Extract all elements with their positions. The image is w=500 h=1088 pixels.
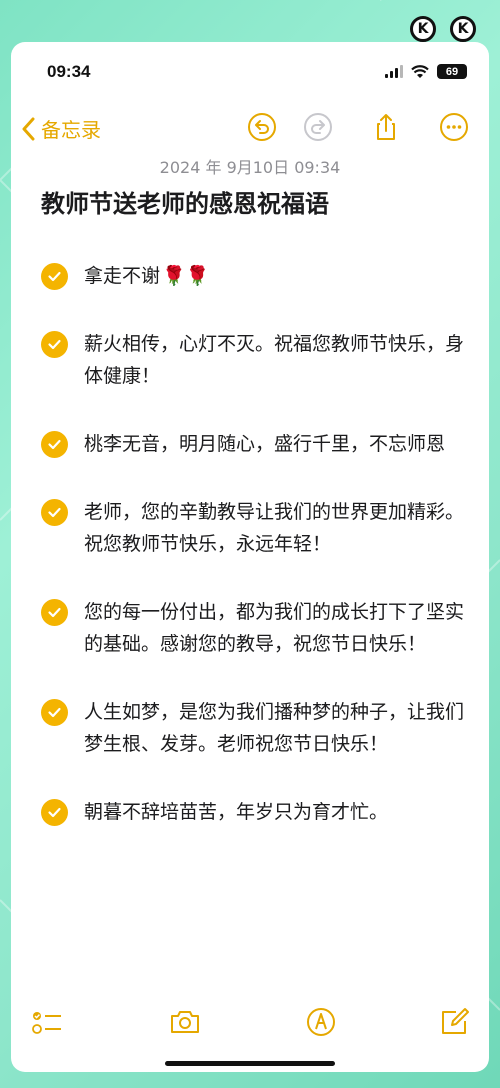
watermark-mark-icon: K	[410, 16, 436, 42]
status-icons: 69	[385, 64, 467, 79]
checklist-icon[interactable]	[31, 1006, 63, 1038]
checklist-item-text: 您的每一份付出，都为我们的成长打下了坚实的基础。感谢您的教导，祝您节日快乐！	[84, 601, 465, 655]
more-icon[interactable]	[439, 112, 469, 142]
status-bar: 09:34 69	[11, 42, 489, 102]
checkmark-circle-icon[interactable]	[41, 599, 68, 626]
checkmark-circle-icon[interactable]	[41, 499, 68, 526]
watermark-mark-icon: K	[450, 16, 476, 42]
compose-icon[interactable]	[439, 1006, 471, 1038]
battery-indicator: 69	[437, 64, 467, 79]
checklist-item-text: 桃李无音，明月随心，盛行千里，不忘师恩	[84, 433, 446, 455]
markup-pen-icon[interactable]	[305, 1006, 337, 1038]
note-toolbar: 备忘录	[11, 110, 489, 146]
cellular-signal-icon	[385, 65, 403, 78]
redo-icon[interactable]	[303, 112, 333, 142]
note-date: 2024 年 9月10日 09:34	[159, 158, 341, 177]
rose-icon: 🌹🌹	[162, 265, 210, 287]
checkmark-circle-icon[interactable]	[41, 431, 68, 458]
checkmark-circle-icon[interactable]	[41, 799, 68, 826]
back-label: 备忘录	[41, 118, 101, 142]
notes-app-window: 09:34 69 备忘录 2024 年 9月10日 09:34 教师节送老师的感…	[11, 42, 489, 1072]
note-title[interactable]: 教师节送老师的感恩祝福语	[41, 184, 469, 219]
checklist-item-text: 薪火相传，心灯不灭。祝福您教师节快乐，身体健康！	[84, 333, 465, 387]
checkmark-circle-icon[interactable]	[41, 331, 68, 358]
checklist-item[interactable]: 桃李无音，明月随心，盛行千里，不忘师恩	[11, 428, 489, 460]
checklist-item[interactable]: 朝暮不辞培苗苦，年岁只为育才忙。	[11, 796, 489, 828]
back-button[interactable]: 备忘录	[21, 114, 101, 143]
checklist-item[interactable]: 老师，您的辛勤教导让我们的世界更加精彩。祝您教师节快乐，永远年轻！	[11, 496, 489, 560]
watermark-marks: K K	[410, 16, 476, 42]
checklist-item-text: 老师，您的辛勤教导让我们的世界更加精彩。祝您教师节快乐，永远年轻！	[84, 501, 465, 555]
status-time: 09:34	[47, 62, 91, 81]
wifi-icon	[411, 64, 429, 78]
checkmark-circle-icon[interactable]	[41, 699, 68, 726]
checklist-item-text: 人生如梦，是您为我们播种梦的种子，让我们梦生根、发芽。老师祝您节日快乐！	[84, 701, 465, 755]
chevron-left-icon	[22, 117, 35, 140]
checklist-item-text: 朝暮不辞培苗苦，年岁只为育才忙。	[84, 801, 389, 823]
checklist-item[interactable]: 拿走不谢 🌹🌹	[11, 260, 489, 292]
undo-icon[interactable]	[247, 112, 277, 142]
home-indicator[interactable]	[165, 1061, 335, 1066]
checklist: 拿走不谢 🌹🌹 薪火相传，心灯不灭。祝福您教师节快乐，身体健康！ 桃李无音，明月随…	[11, 260, 489, 864]
checklist-item[interactable]: 人生如梦，是您为我们播种梦的种子，让我们梦生根、发芽。老师祝您节日快乐！	[11, 696, 489, 760]
bottom-toolbar	[11, 1002, 489, 1042]
checklist-item[interactable]: 薪火相传，心灯不灭。祝福您教师节快乐，身体健康！	[11, 328, 489, 392]
share-icon[interactable]	[371, 112, 401, 142]
checkmark-circle-icon[interactable]	[41, 263, 68, 290]
checklist-item-text: 拿走不谢	[84, 265, 161, 287]
camera-icon[interactable]	[169, 1006, 201, 1038]
checklist-item[interactable]: 您的每一份付出，都为我们的成长打下了坚实的基础。感谢您的教导，祝您节日快乐！	[11, 596, 489, 660]
